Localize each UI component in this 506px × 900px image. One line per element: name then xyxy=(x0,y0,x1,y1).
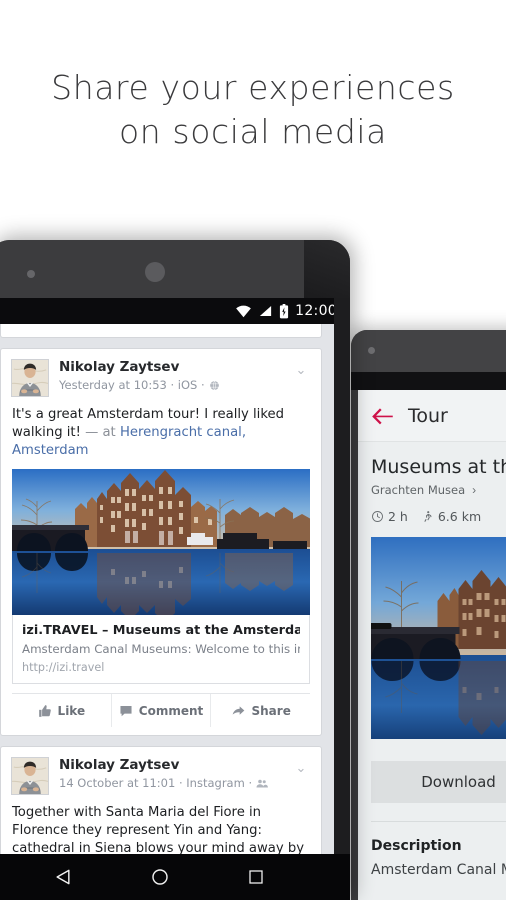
post-at-word: at xyxy=(102,425,116,440)
headline-line-1: Share your experiences xyxy=(51,68,455,107)
headline-line-2: on social media xyxy=(119,112,387,151)
chevron-down-icon[interactable]: ⌄ xyxy=(291,757,311,776)
post-timestamp: 14 October at 11:01 · Instagram · xyxy=(59,776,253,790)
post-action-bar: Like Comment Share xyxy=(12,693,310,727)
previous-post-stub xyxy=(0,324,322,338)
tour-publisher-row[interactable]: Grachten Musea › xyxy=(371,483,506,497)
tour-duration: 2 h xyxy=(371,509,408,524)
tour-photo[interactable] xyxy=(371,537,506,739)
feed-post-1: Nikolay Zaytsev Yesterday at 10:53 · iOS… xyxy=(0,348,322,736)
back-triangle-icon[interactable] xyxy=(53,867,73,887)
chevron-right-icon: › xyxy=(472,483,477,497)
facebook-feed[interactable]: Nikolay Zaytsev Yesterday at 10:53 · iOS… xyxy=(0,324,334,854)
bezel-corner-shade xyxy=(304,240,350,298)
chevron-down-icon[interactable]: ⌄ xyxy=(291,359,311,378)
attachment-url: http://izi.travel xyxy=(22,661,105,674)
post-text: Together with Santa Maria del Fiore in F… xyxy=(12,805,305,854)
post-meta: Yesterday at 10:53 · iOS · xyxy=(59,378,291,392)
post-photo[interactable] xyxy=(12,469,310,615)
sensor-dot-icon xyxy=(27,270,35,278)
walking-icon xyxy=(424,511,432,522)
android-nav-bar xyxy=(0,854,350,900)
right-phone-device: Tour Museums at the A Grachten Musea › 2… xyxy=(351,330,506,900)
left-phone-bezel xyxy=(0,240,350,298)
page-title: Share your experiences on social media xyxy=(0,66,506,154)
tour-meta-row: 2 h 6.6 km xyxy=(371,509,506,524)
signal-icon xyxy=(260,306,272,316)
phone-right-edge xyxy=(334,298,350,900)
tour-distance: 6.6 km xyxy=(421,509,481,524)
tour-name: Museums at the A xyxy=(371,456,506,478)
promo-screenshot: Share your experiences on social media T… xyxy=(0,0,506,900)
comment-bubble-icon xyxy=(120,705,132,716)
post-author[interactable]: Nikolay Zaytsev xyxy=(59,359,291,375)
share-label: Share xyxy=(251,703,291,718)
attachment-title: izi.TRAVEL – Museums at the Amsterdam ..… xyxy=(22,623,300,638)
post-author[interactable]: Nikolay Zaytsev xyxy=(59,757,291,773)
post-author-block: Nikolay Zaytsev Yesterday at 10:53 · iOS… xyxy=(59,359,291,392)
front-camera-icon xyxy=(145,262,165,282)
comment-label: Comment xyxy=(138,703,204,718)
home-circle-icon[interactable] xyxy=(150,867,170,887)
friends-icon xyxy=(256,779,269,787)
tour-distance-label: 6.6 km xyxy=(437,509,482,524)
right-phone-bezel xyxy=(351,330,506,372)
right-phone-screen: Tour Museums at the A Grachten Musea › 2… xyxy=(358,390,506,900)
android-status-bar: 12:00 xyxy=(0,298,350,324)
right-phone-statusbar xyxy=(351,372,506,390)
description-heading: Description xyxy=(371,838,462,854)
globe-icon xyxy=(209,380,219,390)
tour-download-wrap: Download xyxy=(358,739,506,803)
left-phone-device: 12:00 Nikolay Zaytsev Yesterday at 10:53… xyxy=(0,240,350,900)
download-button[interactable]: Download xyxy=(371,761,506,803)
post-author-block: Nikolay Zaytsev 14 October at 11:01 · In… xyxy=(59,757,291,790)
attachment-description: Amsterdam Canal Museums: Welcome to this… xyxy=(22,642,300,656)
like-label: Like xyxy=(57,703,86,718)
post-header: Nikolay Zaytsev 14 October at 11:01 · In… xyxy=(1,747,321,795)
clock-icon xyxy=(372,511,383,522)
post-header: Nikolay Zaytsev Yesterday at 10:53 · iOS… xyxy=(1,349,321,397)
recents-square-icon[interactable] xyxy=(247,868,265,886)
post-dash: — xyxy=(85,425,99,440)
divider xyxy=(371,821,506,822)
avatar[interactable] xyxy=(11,757,49,795)
link-attachment[interactable]: izi.TRAVEL – Museums at the Amsterdam ..… xyxy=(12,615,310,684)
description-text: Amsterdam Canal Muse xyxy=(371,862,506,878)
like-button[interactable]: Like xyxy=(12,694,111,727)
post-meta: 14 October at 11:01 · Instagram · xyxy=(59,776,291,790)
share-arrow-icon xyxy=(232,705,244,715)
tour-app-bar: Tour xyxy=(358,390,506,442)
post-timestamp: Yesterday at 10:53 · iOS · xyxy=(59,378,205,392)
status-time: 12:00 xyxy=(295,303,337,319)
feed-post-2: Nikolay Zaytsev 14 October at 11:01 · In… xyxy=(0,746,322,854)
tour-title: Tour xyxy=(408,404,448,427)
share-button[interactable]: Share xyxy=(210,694,310,727)
avatar[interactable] xyxy=(11,359,49,397)
tour-details: Museums at the A Grachten Musea › 2 h xyxy=(358,442,506,524)
battery-icon xyxy=(280,303,289,318)
tour-duration-label: 2 h xyxy=(388,509,408,524)
comment-button[interactable]: Comment xyxy=(110,694,211,727)
sensor-dot-icon xyxy=(368,347,375,354)
arrow-left-icon[interactable] xyxy=(370,403,396,429)
tour-publisher: Grachten Musea xyxy=(371,483,466,497)
card-padding xyxy=(1,727,321,735)
thumbs-up-icon xyxy=(38,704,51,717)
post-text: It's a great Amsterdam tour! I really li… xyxy=(1,397,321,460)
wifi-icon xyxy=(236,305,251,318)
